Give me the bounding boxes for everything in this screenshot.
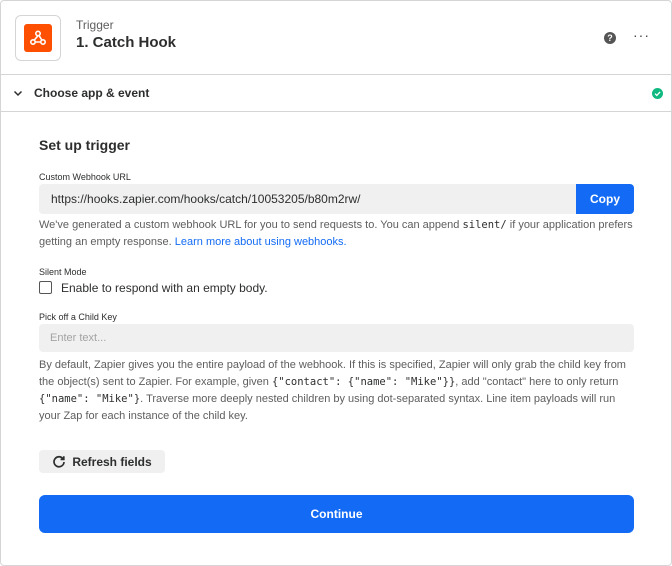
continue-button[interactable]: Continue xyxy=(39,495,634,533)
refresh-icon xyxy=(53,455,66,468)
silent-mode-checkbox-label[interactable]: Enable to respond with an empty body. xyxy=(61,281,268,295)
webhook-url-field[interactable]: https://hooks.zapier.com/hooks/catch/100… xyxy=(39,184,577,214)
refresh-fields-label: Refresh fields xyxy=(72,454,152,469)
step-header[interactable]: Trigger 1. Catch Hook ? ··· xyxy=(1,1,671,74)
child-key-help-code: {"contact": {"name": "Mike"}} xyxy=(271,376,456,388)
child-key-label: Pick off a Child Key xyxy=(39,312,117,322)
step-title: 1. Catch Hook xyxy=(76,34,177,51)
check-circle-icon xyxy=(652,88,663,99)
child-key-help-text: By default, Zapier gives you the entire … xyxy=(39,357,639,425)
copy-button[interactable]: Copy xyxy=(576,184,634,214)
help-icon[interactable]: ? xyxy=(604,32,616,44)
chevron-down-icon xyxy=(13,90,23,97)
webhook-help-part: We've generated a custom webhook URL for… xyxy=(39,219,463,231)
learn-more-link[interactable]: Learn more about using webhooks. xyxy=(175,236,347,248)
webhook-url-label: Custom Webhook URL xyxy=(39,172,131,182)
setup-title: Set up trigger xyxy=(39,137,131,153)
app-icon-frame[interactable] xyxy=(15,15,61,61)
child-key-help-part: , add "contact" here to only return xyxy=(455,376,619,388)
webhook-help-text: We've generated a custom webhook URL for… xyxy=(39,217,639,251)
more-options-icon[interactable]: ··· xyxy=(633,27,650,43)
child-key-help-code: {"name": "Mike"} xyxy=(39,393,141,405)
child-key-input[interactable] xyxy=(39,324,634,352)
silent-mode-label: Silent Mode xyxy=(39,267,87,277)
step-kind-label: Trigger xyxy=(76,18,114,32)
silent-mode-checkbox[interactable] xyxy=(39,281,52,294)
webhook-icon xyxy=(24,24,52,52)
refresh-fields-button[interactable]: Refresh fields xyxy=(39,450,165,473)
section-label: Choose app & event xyxy=(34,86,150,100)
choose-app-event-section[interactable]: Choose app & event xyxy=(1,74,671,112)
webhook-help-code: silent/ xyxy=(462,219,507,231)
step-card: Trigger 1. Catch Hook ? ··· Choose app &… xyxy=(0,0,672,566)
